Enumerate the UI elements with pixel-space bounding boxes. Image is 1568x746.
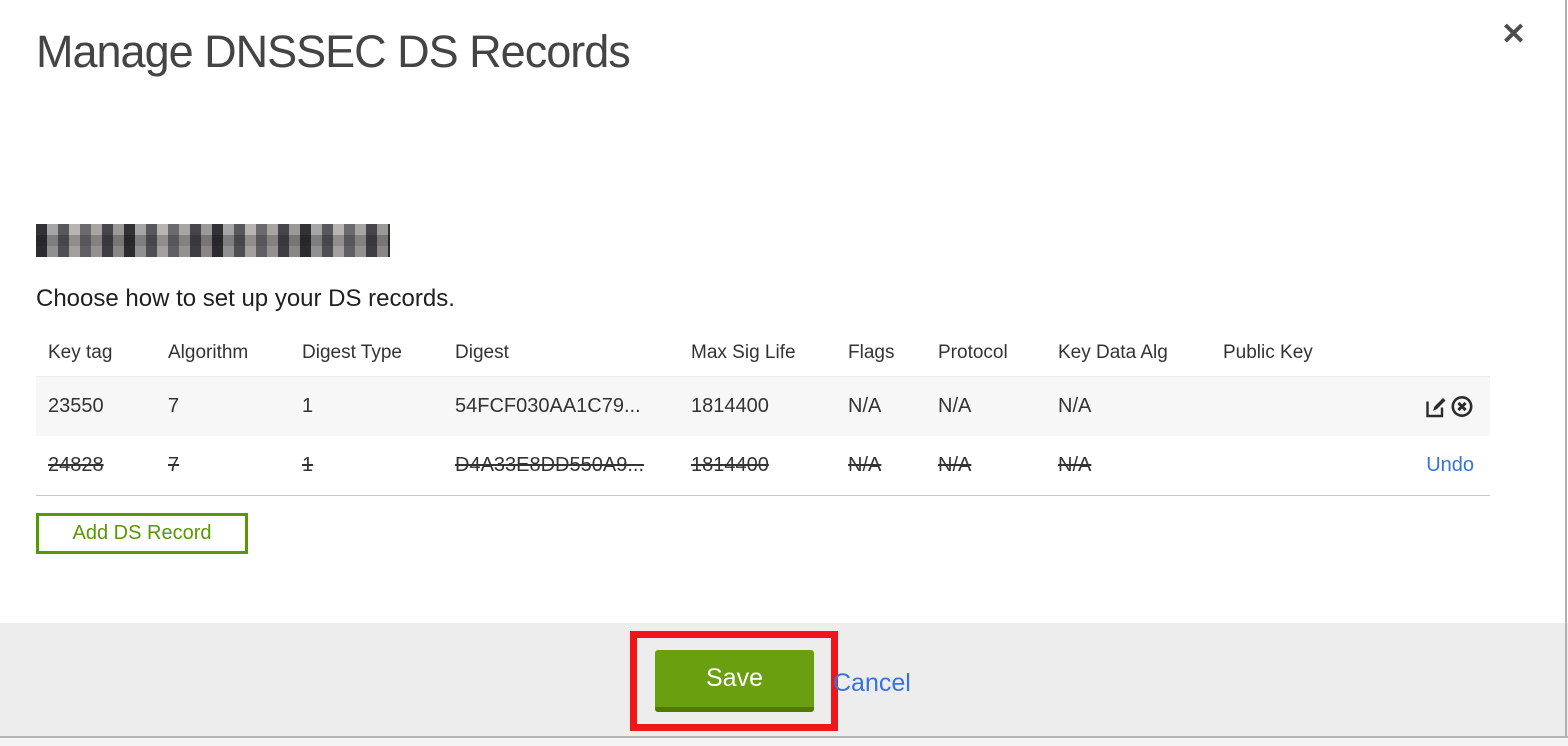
cell-algorithm: 7 (168, 454, 180, 476)
window-right-border (1565, 0, 1567, 737)
cell-key-tag: 23550 (48, 395, 104, 417)
instruction-text: Choose how to set up your DS records. (36, 285, 455, 312)
cell-key-tag: 24828 (48, 454, 104, 476)
row-actions: Undo (1400, 454, 1490, 477)
modal-footer: Save Cancel (0, 623, 1568, 736)
undo-link[interactable]: Undo (1426, 454, 1474, 477)
row-actions (1400, 395, 1490, 419)
cell-digest: 54FCF030AA1C79... (455, 395, 641, 417)
window-bottom-strip (0, 738, 1568, 746)
page-title: Manage DNSSEC DS Records (36, 26, 631, 77)
cell-digest-type: 1 (302, 454, 314, 476)
table-header-row: Key tag Algorithm Digest Type Digest Max… (36, 330, 1490, 376)
save-button[interactable]: Save (655, 650, 814, 712)
cell-key-data-alg: N/A (1058, 395, 1092, 417)
cell-key-data-alg: N/A (1058, 454, 1092, 476)
column-header-public-key: Public Key (1223, 342, 1313, 363)
column-header-digest-type: Digest Type (302, 342, 402, 363)
ds-records-table: Key tag Algorithm Digest Type Digest Max… (36, 330, 1490, 496)
cell-algorithm: 7 (168, 395, 180, 417)
edit-icon[interactable] (1424, 395, 1448, 419)
cell-max-sig-life: 1814400 (691, 454, 769, 476)
cancel-link[interactable]: Cancel (833, 669, 911, 698)
delete-icon[interactable] (1450, 395, 1474, 419)
column-header-algorithm: Algorithm (168, 342, 249, 363)
cell-digest: D4A33E8DD550A9... (455, 454, 645, 476)
cell-flags: N/A (848, 454, 882, 476)
redacted-domain-name (36, 224, 390, 257)
column-header-key-tag: Key tag (48, 342, 113, 363)
add-ds-record-button[interactable]: Add DS Record (36, 513, 248, 554)
cell-digest-type: 1 (302, 395, 314, 417)
column-header-digest: Digest (455, 342, 509, 363)
table-row: 23550 7 1 54FCF030AA1C79... 1814400 N/A … (36, 376, 1490, 436)
close-icon[interactable]: ✕ (1501, 20, 1526, 50)
cell-protocol: N/A (938, 395, 972, 417)
cell-protocol: N/A (938, 454, 972, 476)
table-row-deleted: 24828 7 1 D4A33E8DD550A9... 1814400 N/A … (36, 436, 1490, 496)
column-header-max-sig-life: Max Sig Life (691, 342, 796, 363)
cell-flags: N/A (848, 395, 882, 417)
cell-max-sig-life: 1814400 (691, 395, 769, 417)
column-header-protocol: Protocol (938, 342, 1008, 363)
column-header-flags: Flags (848, 342, 895, 363)
column-header-key-data-alg: Key Data Alg (1058, 342, 1168, 363)
